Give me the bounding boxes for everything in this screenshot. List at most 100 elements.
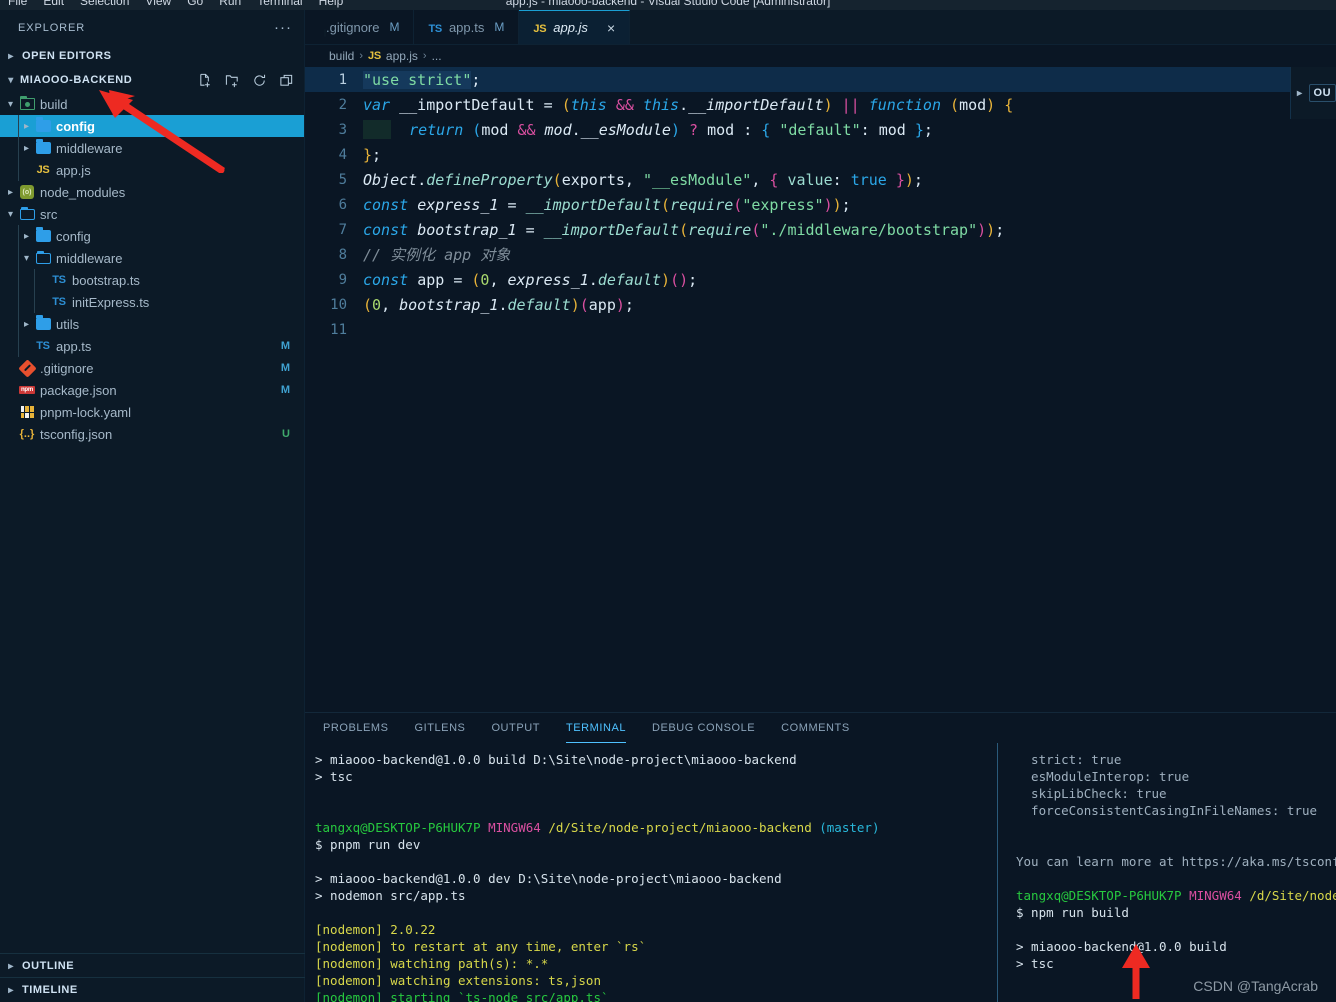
typescript-file-icon: TS [36, 340, 50, 352]
file-type-icon [17, 358, 37, 378]
terminal-pane-left[interactable]: > miaooo-backend@1.0.0 build D:\Site\nod… [305, 743, 997, 1002]
sidebar-section-outline[interactable]: ▸ OUTLINE [0, 953, 305, 978]
code-line: 1 "use strict"; [305, 67, 1336, 92]
breadcrumb-item-0[interactable]: build [329, 49, 354, 63]
code-comment: // 实例化 app 对象 [363, 246, 511, 264]
chevron-right-icon[interactable]: ▸ [20, 121, 33, 132]
chevron-right-icon[interactable]: ▸ [4, 187, 17, 198]
panel-tab-debug-console[interactable]: DEBUG CONSOLE [652, 713, 755, 743]
tree-item-initexpress-ts[interactable]: TS initExpress.ts [0, 291, 304, 313]
breadcrumb-item-2[interactable]: ... [432, 49, 442, 63]
code-line: 10 (0, bootstrap_1.default)(app); [305, 292, 1336, 317]
tree-item-label: config [56, 118, 95, 134]
panel-tab-output[interactable]: OUTPUT [491, 713, 540, 743]
javascript-file-icon: JS [36, 164, 50, 176]
terminal-line: [nodemon] watching path(s): *.* [315, 956, 549, 971]
code-line: 8 // 实例化 app 对象 [305, 242, 1336, 267]
refresh-explorer-icon[interactable] [252, 73, 267, 88]
panel-tab-bar[interactable]: PROBLEMS GITLENS OUTPUT TERMINAL DEBUG CONSO… [305, 713, 1336, 743]
chevron-down-icon[interactable]: ▾ [4, 99, 17, 110]
collapsed-outline-label[interactable]: OU [1308, 84, 1336, 102]
sidebar-section-workspace-root[interactable]: ▾ MIAOOO-BACKEND [0, 67, 304, 93]
file-type-icon [17, 206, 37, 220]
js-file-icon: JS [368, 50, 381, 62]
explorer-more-actions-icon[interactable]: ··· [274, 19, 292, 36]
tree-item-middleware[interactable]: ▾ middleware [0, 247, 304, 269]
line-number: 7 [338, 221, 347, 238]
tree-item-build[interactable]: ▾ build [0, 93, 304, 115]
close-icon[interactable]: × [607, 21, 615, 35]
new-file-icon[interactable] [198, 73, 213, 88]
code-editor[interactable]: 1 "use strict"; 2 var __importDefault = … [305, 67, 1336, 712]
terminal-line: [nodemon] 2.0.22 [315, 922, 436, 937]
git-status-badge: M [280, 362, 290, 374]
code-line: 7 const bootstrap_1 = __importDefault(re… [305, 217, 1336, 242]
chevron-right-icon[interactable]: ▸ [20, 231, 33, 242]
file-type-icon [17, 406, 37, 418]
breadcrumb[interactable]: build › JS app.js › ... [305, 45, 1336, 67]
chevron-right-icon[interactable]: ▸ [20, 143, 33, 154]
tree-item-app-js[interactable]: JS app.js [0, 159, 304, 181]
tree-item-pnpm-lock-yaml[interactable]: pnpm-lock.yaml [0, 401, 304, 423]
line-number: 6 [338, 196, 347, 213]
timeline-label: TIMELINE [22, 984, 78, 996]
file-type-icon [17, 95, 37, 110]
panel-tab-gitlens[interactable]: GITLENS [415, 713, 466, 743]
tree-item--gitignore[interactable]: .gitignore M [0, 357, 304, 379]
collapse-folders-icon[interactable] [279, 73, 294, 88]
new-folder-icon[interactable] [225, 73, 240, 88]
sidebar-section-open-editors[interactable]: ▸ OPEN EDITORS [0, 45, 304, 67]
chevron-right-icon[interactable]: ▸ [20, 319, 33, 330]
folder-icon [35, 117, 51, 132]
chevron-down-icon[interactable]: ▾ [4, 209, 17, 220]
tree-item-utils[interactable]: ▸ utils [0, 313, 304, 335]
terminal-line: You can learn more at https://aka.ms/tsc… [1016, 854, 1336, 869]
chevron-right-icon[interactable]: ▸ [1297, 88, 1303, 99]
file-type-icon [33, 139, 53, 154]
file-type-icon [33, 117, 53, 132]
file-type-icon: (o) [17, 185, 37, 199]
tree-item-package-json[interactable]: npm package.json M [0, 379, 304, 401]
editor-tab--gitignore[interactable]: .gitignore M [305, 10, 415, 44]
line-number: 4 [338, 146, 347, 163]
tree-item-label: .gitignore [40, 360, 94, 376]
file-type-icon [33, 250, 53, 264]
tree-item-tsconfig-json[interactable]: {..} tsconfig.json U [0, 423, 304, 445]
folder-build-icon [19, 95, 35, 110]
editor-tab-app-ts[interactable]: TS app.ts M [414, 10, 520, 44]
line-number: 8 [338, 246, 347, 263]
editor-tab-app-js[interactable]: JS app.js × [519, 10, 631, 44]
tab-modified-badge: M [494, 20, 505, 34]
file-tree[interactable]: ▾ build ▸ config ▸ middleware JS app.js ▸ (o) node… [0, 93, 304, 445]
chevron-down-icon[interactable]: ▾ [20, 253, 33, 264]
menu-bar[interactable]: File Edit Selection View Go Run Terminal… [0, 0, 1336, 10]
tree-item-app-ts[interactable]: TS app.ts M [0, 335, 304, 357]
terminal-line: $ pnpm run dev [315, 837, 421, 852]
terminal-pane-right[interactable]: strict: true esModuleInterop: true skipL… [997, 743, 1336, 1002]
tree-item-config[interactable]: ▸ config [0, 115, 304, 137]
line-number: 10 [330, 296, 347, 313]
terminal-line: > miaooo-backend@1.0.0 dev D:\Site\node-… [315, 871, 782, 886]
tree-item-bootstrap-ts[interactable]: TS bootstrap.ts [0, 269, 304, 291]
chevron-right-icon: ▸ [8, 960, 14, 972]
terminal-split-container: > miaooo-backend@1.0.0 build D:\Site\nod… [305, 743, 1336, 1002]
tree-item-node-modules[interactable]: ▸ (o) node_modules [0, 181, 304, 203]
panel-tab-comments[interactable]: COMMENTS [781, 713, 850, 743]
panel-tab-terminal[interactable]: TERMINAL [565, 713, 627, 743]
file-type-icon: TS [49, 296, 69, 308]
line-number: 2 [338, 96, 347, 113]
breadcrumb-item-1[interactable]: app.js [386, 49, 418, 63]
panel-tab-problems[interactable]: PROBLEMS [323, 713, 389, 743]
editor-tab-bar[interactable]: .gitignore M TS app.ts M JS app.js × [305, 10, 1336, 45]
collapsed-side-panel[interactable]: ▸ OU [1290, 67, 1336, 119]
breadcrumb-separator-icon: › [359, 50, 364, 62]
tree-item-src[interactable]: ▾ src [0, 203, 304, 225]
folder-icon [35, 315, 51, 330]
sidebar-section-timeline[interactable]: ▸ TIMELINE [0, 977, 305, 1002]
tree-item-config[interactable]: ▸ config [0, 225, 304, 247]
file-type-icon: {..} [17, 428, 37, 440]
tree-item-middleware[interactable]: ▸ middleware [0, 137, 304, 159]
